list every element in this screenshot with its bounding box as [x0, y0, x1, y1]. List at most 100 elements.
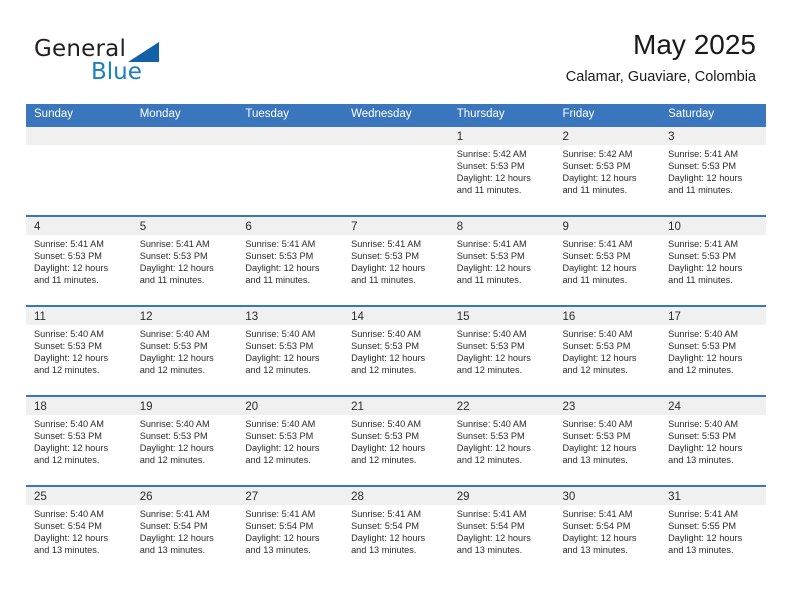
- day-cell[interactable]: 13 Sunrise: 5:40 AM Sunset: 5:53 PM Dayligh…: [237, 307, 344, 395]
- sunrise-text: Sunrise: 5:41 AM: [668, 509, 739, 519]
- daylight-text-line1: Daylight: 12 hours: [34, 353, 109, 364]
- day-cell[interactable]: 22 Sunrise: 5:40 AM Sunset: 5:53 PM Dayligh…: [448, 397, 555, 485]
- day-details: Sunrise: 5:40 AM Sunset: 5:53 PM Daylight:…: [449, 415, 555, 466]
- daylight-text-line1: Daylight: 12 hours: [562, 173, 637, 184]
- daylight-text-line1: Daylight: 12 hours: [351, 443, 426, 454]
- daylight-text-line1: Daylight: 12 hours: [34, 263, 109, 274]
- day-details: Sunrise: 5:41 AM Sunset: 5:53 PM Daylight:…: [237, 235, 343, 286]
- sunset-text: Sunset: 5:53 PM: [668, 431, 737, 442]
- day-cell[interactable]: 15 Sunrise: 5:40 AM Sunset: 5:53 PM Dayligh…: [448, 307, 555, 395]
- daylight-text-line2: and 12 minutes.: [139, 455, 206, 466]
- sunrise-text: Sunrise: 5:42 AM: [562, 149, 633, 159]
- day-details: Sunrise: 5:41 AM Sunset: 5:53 PM Daylight:…: [449, 235, 555, 286]
- daylight-text-line1: Daylight: 12 hours: [456, 263, 531, 274]
- day-cell[interactable]: 2 Sunrise: 5:42 AM Sunset: 5:53 PM Daylight…: [554, 127, 661, 215]
- daylight-text-line1: Daylight: 12 hours: [562, 353, 637, 364]
- daylight-text-line1: Daylight: 12 hours: [245, 443, 320, 454]
- day-cell[interactable]: 3 Sunrise: 5:41 AM Sunset: 5:53 PM Daylight…: [660, 127, 766, 215]
- sunrise-text: Sunrise: 5:41 AM: [668, 149, 739, 159]
- daylight-text-line2: and 12 minutes.: [351, 455, 417, 466]
- general-blue-logo[interactable]: General Blue: [34, 36, 264, 88]
- sunset-text: Sunset: 5:54 PM: [34, 521, 102, 532]
- day-cell[interactable]: 17 Sunrise: 5:40 AM Sunset: 5:53 PM Dayligh…: [660, 307, 766, 395]
- day-cell[interactable]: 8 Sunrise: 5:41 AM Sunset: 5:53 PM Daylight…: [448, 217, 555, 305]
- daylight-text-line1: Daylight: 12 hours: [456, 443, 531, 454]
- day-details: Sunrise: 5:40 AM Sunset: 5:53 PM Daylight:…: [26, 415, 132, 466]
- daylight-text-line2: and 13 minutes.: [34, 545, 100, 556]
- day-cell[interactable]: 7 Sunrise: 5:41 AM Sunset: 5:53 PM Daylight…: [343, 217, 449, 305]
- day-cell[interactable]: 6 Sunrise: 5:41 AM Sunset: 5:53 PM Daylight…: [237, 217, 344, 305]
- day-details: Sunrise: 5:41 AM Sunset: 5:53 PM Daylight:…: [26, 235, 132, 286]
- daylight-text-line2: and 11 minutes.: [456, 185, 522, 196]
- day-number-band: 14: [343, 307, 449, 325]
- sunrise-text: Sunrise: 5:41 AM: [139, 239, 210, 249]
- day-cell[interactable]: 19 Sunrise: 5:40 AM Sunset: 5:53 PM Dayligh…: [131, 397, 238, 485]
- day-cell[interactable]: 1 Sunrise: 5:42 AM Sunset: 5:53 PM Daylight…: [448, 127, 555, 215]
- sunset-text: Sunset: 5:53 PM: [456, 431, 525, 442]
- day-cell[interactable]: 26 Sunrise: 5:41 AM Sunset: 5:54 PM Dayligh…: [131, 487, 238, 575]
- day-number: 1: [456, 131, 464, 143]
- sunrise-text: Sunrise: 5:40 AM: [351, 419, 422, 429]
- sunrise-text: Sunrise: 5:41 AM: [245, 239, 316, 249]
- sunrise-text: Sunrise: 5:40 AM: [139, 419, 210, 429]
- day-details: Sunrise: 5:41 AM Sunset: 5:55 PM Daylight:…: [660, 505, 766, 556]
- sunrise-text: Sunrise: 5:40 AM: [34, 329, 104, 339]
- daylight-text-line2: and 12 minutes.: [245, 365, 311, 376]
- day-cell[interactable]: 12 Sunrise: 5:40 AM Sunset: 5:53 PM Dayligh…: [131, 307, 238, 395]
- daylight-text-line2: and 13 minutes.: [562, 545, 628, 556]
- day-number-band: 24: [660, 397, 766, 415]
- sunrise-text: Sunrise: 5:41 AM: [245, 509, 316, 519]
- day-cell[interactable]: 11 Sunrise: 5:40 AM Sunset: 5:53 PM Dayligh…: [26, 307, 132, 395]
- day-cell[interactable]: 14 Sunrise: 5:40 AM Sunset: 5:53 PM Dayligh…: [343, 307, 449, 395]
- sunrise-text: Sunrise: 5:40 AM: [562, 329, 633, 339]
- daylight-text-line1: Daylight: 12 hours: [34, 533, 109, 544]
- sunset-text: Sunset: 5:54 PM: [562, 521, 631, 532]
- day-cell[interactable]: 20 Sunrise: 5:40 AM Sunset: 5:53 PM Dayligh…: [237, 397, 344, 485]
- day-number: 5: [139, 221, 147, 233]
- sunrise-text: Sunrise: 5:40 AM: [245, 329, 316, 339]
- day-details: Sunrise: 5:40 AM Sunset: 5:53 PM Daylight:…: [449, 325, 555, 376]
- sunset-text: Sunset: 5:53 PM: [245, 251, 314, 262]
- day-cell[interactable]: 27 Sunrise: 5:41 AM Sunset: 5:54 PM Dayligh…: [237, 487, 344, 575]
- day-cell[interactable]: 10 Sunrise: 5:41 AM Sunset: 5:53 PM Dayligh…: [660, 217, 766, 305]
- daylight-text-line2: and 11 minutes.: [245, 275, 311, 286]
- weekday-header-tuesday: Tuesday: [245, 108, 290, 120]
- day-cell[interactable]: 21 Sunrise: 5:40 AM Sunset: 5:53 PM Dayligh…: [343, 397, 449, 485]
- day-number: 18: [34, 401, 47, 413]
- day-number: 27: [245, 491, 259, 503]
- day-number-band: 4: [26, 217, 132, 235]
- daylight-text-line2: and 12 minutes.: [562, 365, 628, 376]
- day-details: Sunrise: 5:41 AM Sunset: 5:54 PM Daylight:…: [343, 505, 449, 556]
- day-number: 30: [562, 491, 576, 503]
- day-number-band: 23: [554, 397, 661, 415]
- day-number: 14: [351, 311, 364, 323]
- day-number: 13: [245, 311, 259, 323]
- day-details: Sunrise: 5:40 AM Sunset: 5:53 PM Daylight:…: [554, 325, 660, 376]
- day-cell[interactable]: 5 Sunrise: 5:41 AM Sunset: 5:53 PM Daylight…: [131, 217, 238, 305]
- daylight-text-line1: Daylight: 12 hours: [351, 353, 426, 364]
- day-cell[interactable]: 30 Sunrise: 5:41 AM Sunset: 5:54 PM Dayligh…: [554, 487, 661, 575]
- day-cell[interactable]: 29 Sunrise: 5:41 AM Sunset: 5:54 PM Dayligh…: [448, 487, 555, 575]
- daylight-text-line2: and 12 minutes.: [668, 365, 734, 376]
- day-cell[interactable]: 28 Sunrise: 5:41 AM Sunset: 5:54 PM Dayligh…: [343, 487, 449, 575]
- page-subtitle: Calamar, Guaviare, Colombia: [565, 69, 756, 85]
- daylight-text-line2: and 11 minutes.: [456, 275, 522, 286]
- day-number-band: 5: [131, 217, 238, 235]
- day-cell[interactable]: 23 Sunrise: 5:40 AM Sunset: 5:53 PM Dayligh…: [554, 397, 661, 485]
- daylight-text-line2: and 12 minutes.: [351, 365, 417, 376]
- day-cell[interactable]: 16 Sunrise: 5:40 AM Sunset: 5:53 PM Dayligh…: [554, 307, 661, 395]
- day-cell[interactable]: 24 Sunrise: 5:40 AM Sunset: 5:53 PM Dayligh…: [660, 397, 766, 485]
- sunset-text: Sunset: 5:54 PM: [139, 521, 208, 532]
- day-cell[interactable]: 31 Sunrise: 5:41 AM Sunset: 5:55 PM Dayligh…: [660, 487, 766, 575]
- daylight-text-line1: Daylight: 12 hours: [139, 263, 214, 274]
- day-cell[interactable]: 9 Sunrise: 5:41 AM Sunset: 5:53 PM Daylight…: [554, 217, 661, 305]
- daylight-text-line1: Daylight: 12 hours: [668, 443, 743, 454]
- week-row: 25 Sunrise: 5:40 AM Sunset: 5:54 PM Dayligh…: [26, 485, 766, 575]
- sunrise-text: Sunrise: 5:41 AM: [562, 509, 633, 519]
- day-details: Sunrise: 5:41 AM Sunset: 5:53 PM Daylight:…: [660, 235, 766, 286]
- day-cell[interactable]: 4 Sunrise: 5:41 AM Sunset: 5:53 PM Daylight…: [26, 217, 132, 305]
- day-cell[interactable]: 25 Sunrise: 5:40 AM Sunset: 5:54 PM Dayligh…: [26, 487, 132, 575]
- day-cell[interactable]: 18 Sunrise: 5:40 AM Sunset: 5:53 PM Dayligh…: [26, 397, 132, 485]
- day-details: Sunrise: 5:40 AM Sunset: 5:53 PM Daylight:…: [26, 325, 132, 376]
- daylight-text-line2: and 11 minutes.: [562, 275, 628, 286]
